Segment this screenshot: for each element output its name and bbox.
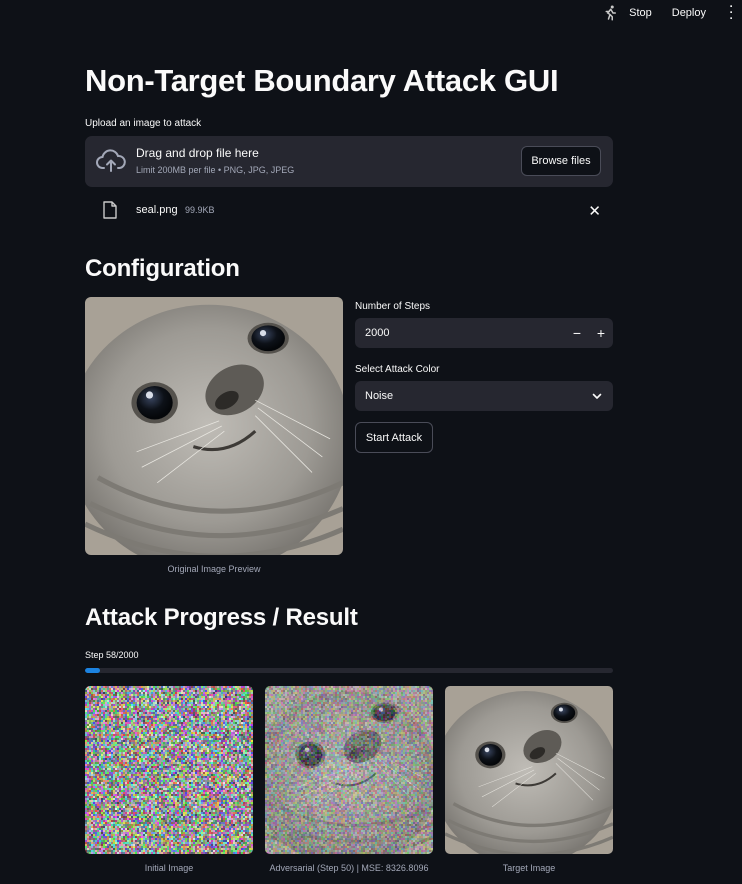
steps-number-input: − +: [355, 318, 613, 348]
stop-button[interactable]: Stop: [629, 7, 652, 19]
kebab-menu-icon[interactable]: · · ·: [726, 2, 736, 25]
deploy-button[interactable]: Deploy: [672, 7, 706, 19]
decrement-button[interactable]: −: [565, 325, 589, 341]
chevron-down-icon: [592, 393, 602, 399]
uploaded-file-size: 99.9KB: [185, 205, 215, 215]
target-seal: [445, 686, 613, 854]
adversarial-image: [265, 686, 433, 854]
running-man-icon: [605, 5, 617, 21]
dropzone-limit-text: Limit 200MB per file • PNG, JPG, JPEG: [136, 165, 295, 175]
original-image-caption: Original Image Preview: [167, 564, 261, 574]
progress-heading: Attack Progress / Result: [85, 604, 358, 631]
steps-label: Number of Steps: [355, 301, 431, 312]
start-attack-button[interactable]: Start Attack: [355, 422, 433, 453]
browse-files-button[interactable]: Browse files: [521, 146, 601, 176]
initial-image: [85, 686, 253, 854]
file-icon: [103, 201, 117, 219]
progress-bar-fill: [85, 668, 101, 673]
attack-color-label: Select Attack Color: [355, 364, 440, 375]
steps-input[interactable]: [355, 318, 565, 348]
seal-photo: [85, 297, 343, 555]
attack-color-select[interactable]: Noise: [355, 381, 613, 411]
cloud-upload-icon: [96, 149, 126, 172]
uploaded-file-name: seal.png: [136, 204, 178, 216]
top-toolbar: Stop Deploy · · ·: [0, 0, 742, 26]
progress-bar: [85, 668, 613, 673]
target-image: [445, 686, 613, 854]
attack-color-value: Noise: [365, 390, 394, 402]
adversarial-noise-overlay: [265, 686, 433, 854]
adversarial-image-caption: Adversarial (Step 50) | MSE: 8326.8096: [269, 863, 429, 873]
file-dropzone[interactable]: Drag and drop file here Limit 200MB per …: [85, 136, 613, 187]
initial-image-caption: Initial Image: [144, 863, 194, 873]
page-title: Non-Target Boundary Attack GUI: [85, 63, 559, 98]
dropzone-instructions: Drag and drop file here: [136, 146, 259, 160]
upload-label: Upload an image to attack: [85, 118, 202, 129]
configuration-heading: Configuration: [85, 255, 240, 282]
step-counter: Step 58/2000: [85, 650, 139, 660]
increment-button[interactable]: +: [589, 325, 613, 341]
uploaded-file-row: seal.png 99.9KB ✕: [85, 198, 613, 224]
noise-canvas: [85, 686, 253, 854]
remove-file-icon[interactable]: ✕: [588, 202, 601, 220]
target-image-caption: Target Image: [502, 863, 556, 873]
original-image-preview: [85, 297, 343, 555]
